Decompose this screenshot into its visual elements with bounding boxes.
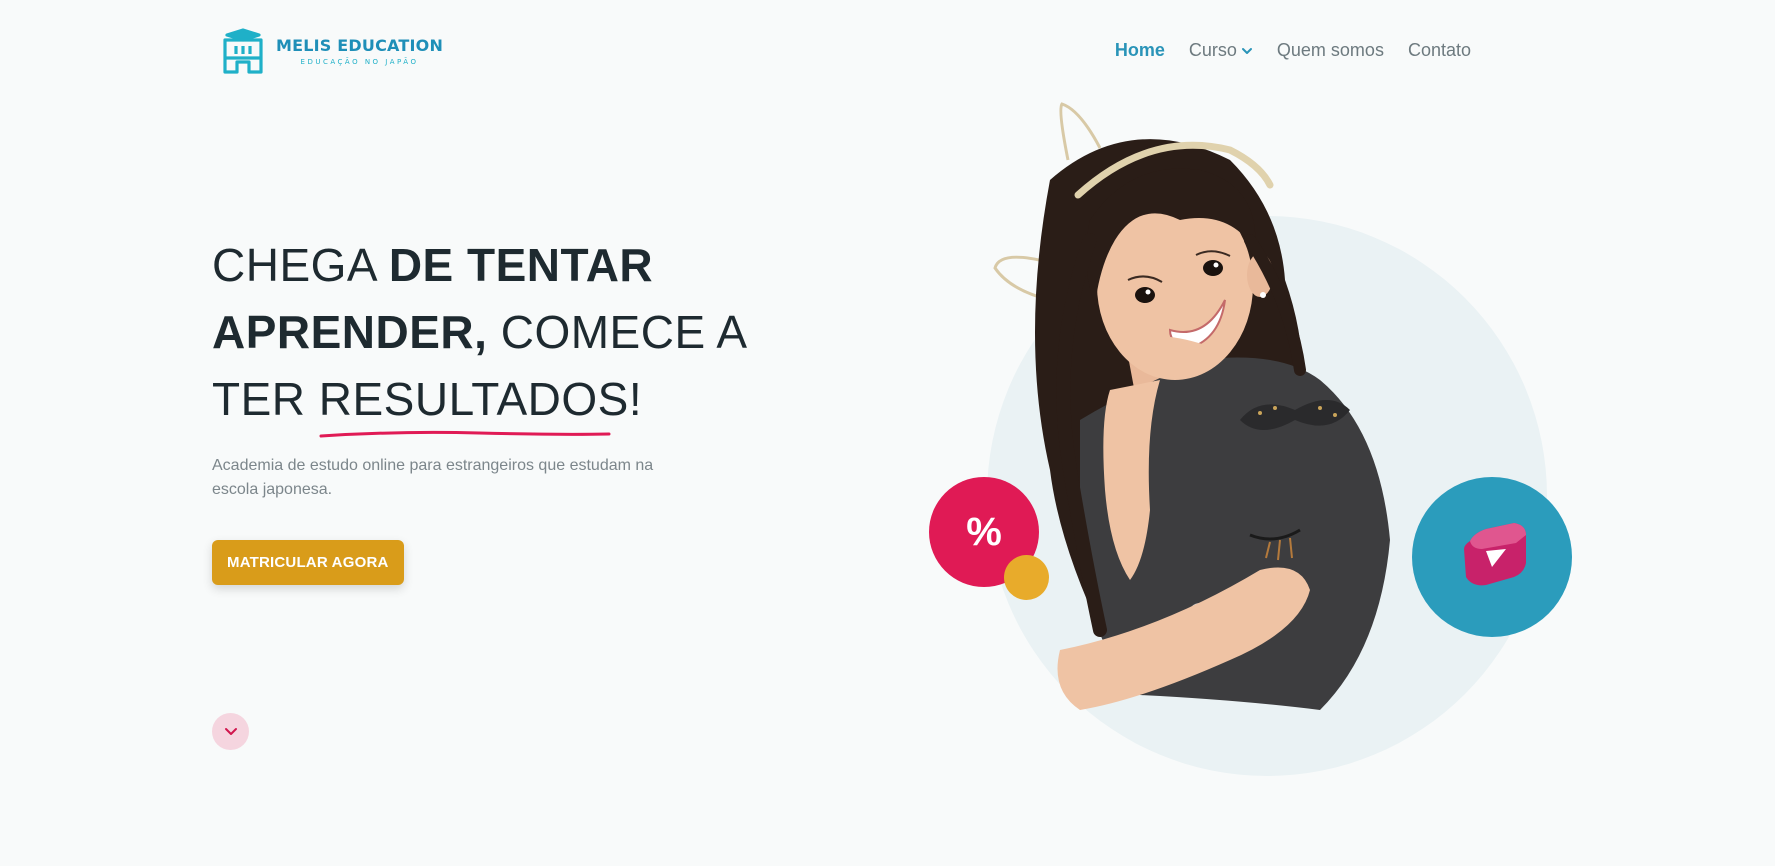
hero-headline: CHEGA DE TENTAR APRENDER, COMECE A TER R… (212, 232, 772, 438)
headline-part-4: RESULTADOS (318, 373, 629, 425)
nav-item-contato[interactable]: Contato (1408, 40, 1471, 61)
building-graduation-cap-icon (223, 28, 263, 74)
headline-part-1: CHEGA (212, 239, 389, 291)
hero-section: CHEGA DE TENTAR APRENDER, COMECE A TER R… (212, 232, 772, 585)
nav-item-label: Quem somos (1276, 40, 1384, 60)
main-nav: Home Curso Quem somos Contato (1115, 40, 1471, 61)
hero-illustration: % (900, 90, 1600, 790)
decorative-dot (1004, 555, 1049, 600)
brand-name: MELIS EDUCATION (276, 36, 444, 55)
headline-part-5: ! (628, 373, 643, 425)
nav-item-label: Contato (1407, 40, 1471, 60)
scroll-down-button[interactable] (212, 713, 249, 750)
chevron-down-icon (1241, 47, 1252, 54)
underline-swash (319, 430, 611, 438)
play-cube-icon (1464, 523, 1526, 586)
headline-highlight: RESULTADOS (318, 366, 629, 438)
nav-item-label: Home (1114, 40, 1165, 60)
hero-subtitle: Academia de estudo online para estrangei… (212, 457, 654, 498)
nav-item-curso[interactable]: Curso (1189, 40, 1253, 61)
nav-item-label: Curso (1188, 40, 1237, 60)
chevron-down-icon (224, 727, 237, 735)
enroll-now-button[interactable]: MATRICULAR AGORA (212, 540, 404, 585)
video-badge (1412, 477, 1572, 637)
brand-text: MELIS EDUCATION EDUCAÇÃO NO JAPÃO (276, 36, 443, 66)
landing-page: MELIS EDUCATION EDUCAÇÃO NO JAPÃO Home C… (0, 0, 1775, 866)
nav-item-home[interactable]: Home (1115, 40, 1165, 61)
brand-tagline: EDUCAÇÃO NO JAPÃO (300, 58, 419, 66)
student-girl-photo (993, 102, 1390, 710)
percent-icon: % (966, 509, 1002, 554)
nav-item-quem-somos[interactable]: Quem somos (1277, 40, 1384, 61)
brand-logo[interactable]: MELIS EDUCATION EDUCAÇÃO NO JAPÃO (222, 28, 443, 74)
